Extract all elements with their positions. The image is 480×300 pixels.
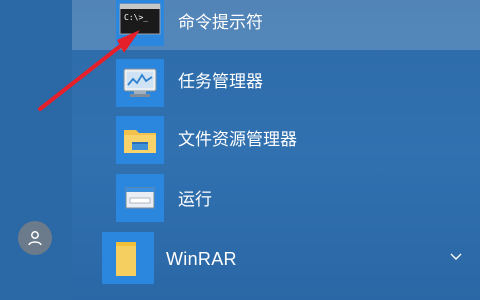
app-item-command-prompt[interactable]: C:\>_ 命令提示符 — [72, 0, 480, 50]
start-menu-left-strip — [0, 0, 72, 300]
app-item-run[interactable]: 运行 — [72, 173, 480, 223]
file-explorer-tile — [116, 116, 164, 164]
task-manager-tile — [116, 59, 164, 107]
app-label: 文件资源管理器 — [178, 130, 297, 149]
svg-text:C:\>_: C:\>_ — [124, 13, 148, 22]
run-icon — [125, 187, 155, 209]
app-label: 运行 — [178, 190, 212, 209]
winrar-tile — [102, 232, 154, 284]
folder-icon — [124, 130, 156, 153]
folder-yellow-icon — [116, 242, 136, 276]
app-item-task-manager[interactable]: 任务管理器 — [72, 58, 480, 108]
app-label: 任务管理器 — [178, 72, 263, 91]
run-tile — [116, 174, 164, 222]
app-item-file-explorer[interactable]: 文件资源管理器 — [72, 115, 480, 165]
user-avatar[interactable] — [18, 221, 52, 255]
user-avatar-icon — [28, 231, 42, 246]
cmd-icon: C:\>_ — [119, 3, 161, 35]
group-item-winrar[interactable]: WinRAR — [72, 231, 480, 285]
cmd-tile: C:\>_ — [116, 0, 164, 46]
app-label: 命令提示符 — [178, 13, 263, 32]
task-manager-icon — [123, 68, 157, 97]
app-list: C:\>_ 命令提示符 任务管理器 文件资源管理器 运行 WinRAR — [72, 0, 480, 300]
group-label: WinRAR — [166, 249, 237, 269]
chevron-down-icon[interactable] — [448, 249, 464, 265]
